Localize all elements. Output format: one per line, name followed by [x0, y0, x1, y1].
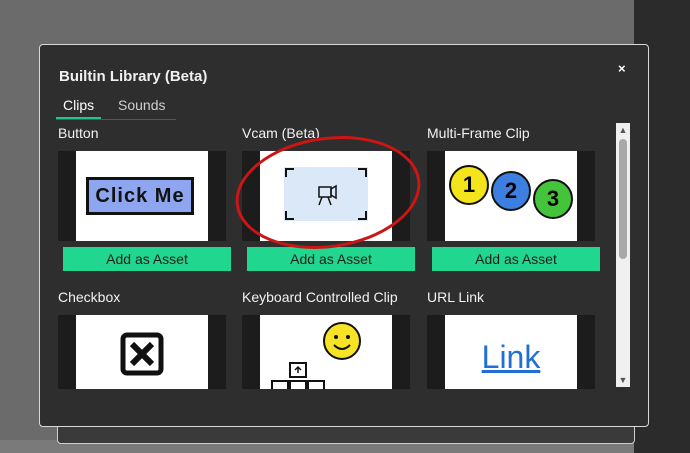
card-multi-frame-clip: Multi-Frame Clip 1 2 3 Add as Asset: [427, 125, 600, 271]
dialog-title: Builtin Library (Beta): [59, 68, 208, 85]
card-label: Multi-Frame Clip: [427, 125, 530, 141]
frame-3-circle: 3: [533, 179, 573, 219]
tab-clips[interactable]: Clips: [56, 95, 102, 119]
card-vcam: Vcam (Beta) Add as Asset: [242, 125, 415, 271]
add-as-asset-button[interactable]: Add as Asset: [63, 247, 231, 271]
tab-sounds[interactable]: Sounds: [111, 95, 172, 117]
card-thumbnail[interactable]: [58, 315, 226, 389]
vcam-frame: [284, 167, 368, 221]
link-sample: Link: [481, 339, 541, 375]
card-label: Keyboard Controlled Clip: [242, 289, 398, 305]
camera-icon: [285, 168, 367, 220]
thumbnail-image: [260, 151, 392, 241]
add-as-asset-button[interactable]: Add as Asset: [432, 247, 600, 271]
add-as-asset-button[interactable]: Add as Asset: [247, 247, 415, 271]
card-label: Checkbox: [58, 289, 121, 305]
card-keyboard-controlled-clip: Keyboard Controlled Clip: [242, 289, 414, 389]
builtin-library-dialog: Builtin Library (Beta) × Clips Sounds Bu…: [39, 44, 649, 427]
thumbnail-image: [260, 315, 392, 389]
tab-bar: Clips Sounds: [56, 95, 176, 120]
thumbnail-image: Click Me: [76, 151, 208, 241]
card-thumbnail[interactable]: Link: [427, 315, 595, 389]
scroll-thumb[interactable]: [619, 139, 627, 259]
clip-grid: Button Click Me Add as Asset Vcam (Beta): [40, 125, 618, 389]
keyboard-smiley-icon: [271, 322, 361, 389]
card-label: Vcam (Beta): [242, 125, 320, 141]
scroll-up-arrow-icon[interactable]: ▲: [618, 125, 628, 135]
frame-1-circle: 1: [449, 165, 489, 205]
thumbnail-image: Link: [445, 315, 577, 389]
close-icon[interactable]: ×: [618, 61, 626, 76]
card-thumbnail[interactable]: 1 2 3: [427, 151, 595, 241]
scrollbar[interactable]: ▲ ▼: [616, 123, 630, 387]
card-checkbox: Checkbox: [58, 289, 230, 389]
scroll-down-arrow-icon[interactable]: ▼: [618, 375, 628, 385]
card-label: Button: [58, 125, 99, 141]
thumbnail-image: 1 2 3: [445, 151, 577, 241]
card-thumbnail[interactable]: Click Me: [58, 151, 226, 241]
card-url-link: URL Link Link: [427, 289, 599, 389]
card-label: URL Link: [427, 289, 485, 305]
card-button: Button Click Me Add as Asset: [58, 125, 231, 271]
frame-2-circle: 2: [491, 171, 531, 211]
card-thumbnail[interactable]: [242, 151, 410, 241]
card-thumbnail[interactable]: [242, 315, 410, 389]
click-me-sample: Click Me: [86, 177, 194, 215]
checkbox-icon: [120, 332, 164, 376]
thumbnail-image: [76, 315, 208, 389]
